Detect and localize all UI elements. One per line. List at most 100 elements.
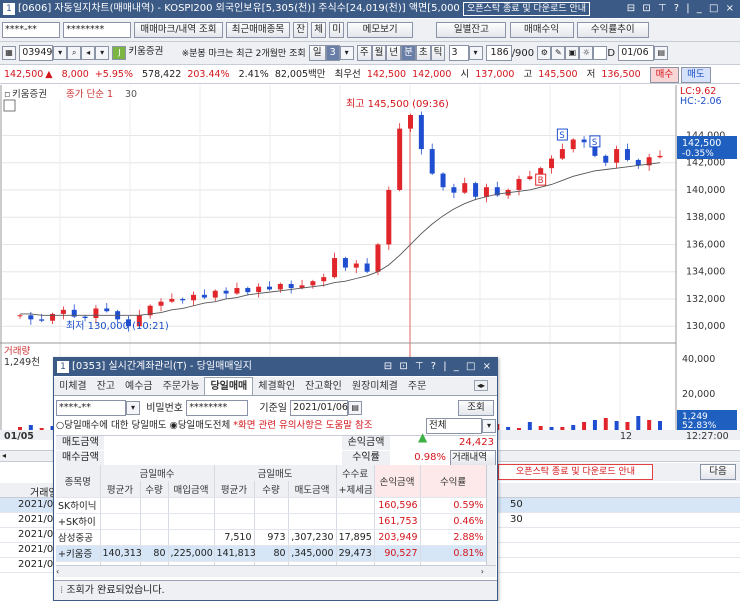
cell-bqty xyxy=(140,497,169,514)
row-value: 50 xyxy=(510,499,523,510)
calendar-icon[interactable]: ▤ xyxy=(654,46,669,60)
col-buy-avg: 평균가 xyxy=(100,481,141,498)
gear-icon[interactable]: ☼ xyxy=(579,46,594,60)
dropdown-icon[interactable]: ▾ xyxy=(53,46,68,60)
grid-icon[interactable]: ▦ xyxy=(2,46,16,60)
tick-num-input[interactable]: 3 xyxy=(448,45,469,61)
trade-profit-button[interactable]: 매매수익 xyxy=(509,22,574,38)
executed-button[interactable]: 체 xyxy=(311,22,327,38)
toolbar-account: ****-** ******** 매매마크/내역 조회 최근매매종목 잔 체 미… xyxy=(0,19,740,42)
notice-link[interactable]: 오픈스탁 종료 및 다운로드 안내 xyxy=(462,2,591,16)
next-button[interactable]: 다음 xyxy=(700,464,736,480)
table-row[interactable]: +SK하이 161,753 0.46% xyxy=(56,513,486,530)
volume-value: 1,249천 xyxy=(4,357,40,368)
candle-body xyxy=(570,139,576,150)
hc-label: HC:-2.06 xyxy=(680,96,722,107)
chevron-down-icon[interactable]: ▾ xyxy=(339,46,354,60)
daily-balance-button[interactable]: 일별잔고 xyxy=(436,22,507,38)
date-checkbox[interactable] xyxy=(593,46,608,60)
cell-rate: 0.46% xyxy=(420,513,486,530)
tab-6[interactable]: 잔고확인 xyxy=(300,378,347,395)
chevron-down-icon[interactable]: ▾ xyxy=(126,401,140,415)
popup-title: [0353] 실시간계좌관리(T) - 당일매매일지 xyxy=(72,361,252,372)
high-price: 145,500 xyxy=(538,69,578,80)
table-row[interactable]: SK하이닉 160,596 0.59% xyxy=(56,497,486,514)
tab-4[interactable]: 당일매매 xyxy=(204,377,254,395)
candle-body xyxy=(440,173,446,188)
sound-icon[interactable]: ◂ xyxy=(81,46,96,60)
tab-1[interactable]: 잔고 xyxy=(92,378,120,395)
chevron-down-icon[interactable]: ▾ xyxy=(95,46,110,60)
memo-button[interactable]: 메모보기 xyxy=(347,22,414,38)
unexecuted-button[interactable]: 미 xyxy=(329,22,344,38)
legend-ma-n: 30 xyxy=(125,89,137,100)
chevron-down-icon[interactable]: ▾ xyxy=(482,419,496,433)
tab-8[interactable]: 주문 xyxy=(403,378,431,395)
candle-body xyxy=(473,183,479,197)
scroll-right-icon[interactable]: › xyxy=(481,566,484,577)
tab-3[interactable]: 주문가능 xyxy=(158,378,205,395)
password-field[interactable]: ******** xyxy=(63,22,132,38)
window-title: [0606] 자동일지차트(매매내역) - KOSPI200 외국인보유[5,3… xyxy=(18,3,460,14)
trade-mark-query-button[interactable]: 매매마크/내역 조회 xyxy=(134,22,223,38)
vol-axis-20: 20,000 xyxy=(682,389,715,400)
table-row[interactable]: 삼성중공 7,510 973,307,230 17,895 203,949 2.88% xyxy=(56,529,486,546)
tab-7[interactable]: 원장미체결 xyxy=(347,378,403,395)
popup-account-select[interactable]: ****-** xyxy=(56,400,126,416)
candle-body xyxy=(375,244,381,272)
legend-stock-name: 키움증권 xyxy=(12,88,47,100)
legend-box-icon xyxy=(3,99,16,112)
cell-sqty: 973 xyxy=(254,529,289,546)
settings-icon[interactable]: ⚙ xyxy=(537,46,552,60)
period-minute-button[interactable]: 분 xyxy=(401,45,416,61)
popup-vertical-scrollbar[interactable] xyxy=(486,465,496,565)
tab-2[interactable]: 예수금 xyxy=(120,378,158,395)
table-row[interactable]: +키움증 140,313 80,225,000 141,813 80,345,000 29… xyxy=(56,545,486,562)
sell-button[interactable]: 매도 xyxy=(681,66,711,83)
radio-selected-icon[interactable]: ◉ xyxy=(170,420,178,431)
period-day-button[interactable]: 일 xyxy=(308,45,326,61)
period-num-input[interactable]: 3 xyxy=(325,45,340,61)
current-price: 142,500 xyxy=(4,69,44,80)
popup-search-button[interactable]: 조회 xyxy=(458,400,494,416)
count-total: /900 xyxy=(511,48,535,59)
calendar-icon[interactable]: ▤ xyxy=(348,401,363,415)
period-year-button[interactable]: 년 xyxy=(386,45,402,61)
filter-select[interactable]: 전체 xyxy=(426,418,482,434)
option-sell-all[interactable]: 당일매도전체 xyxy=(178,420,230,431)
profit-trend-button[interactable]: 수익률추이 xyxy=(576,22,649,38)
trade-history-button[interactable]: 거래내역 xyxy=(450,450,496,466)
period-month-button[interactable]: 월 xyxy=(371,45,387,61)
period-week-button[interactable]: 주 xyxy=(356,45,372,61)
search-icon[interactable]: ⌕ xyxy=(67,46,82,60)
save-icon[interactable]: ▣ xyxy=(565,46,580,60)
option-buy-sell[interactable]: 당일매수에 대한 당일매도 xyxy=(64,420,166,431)
tab-0[interactable]: 미체결 xyxy=(54,378,92,395)
col-name: 종목명 xyxy=(56,465,101,498)
tab-5[interactable]: 체결확인 xyxy=(253,378,300,395)
scroll-left-icon[interactable]: ‹ xyxy=(56,567,59,576)
buy-button[interactable]: 매수 xyxy=(649,66,680,83)
recent-trades-button[interactable]: 최근매매종목 xyxy=(225,22,291,38)
tab-scroll-icon[interactable]: ◂▸ xyxy=(474,380,489,391)
popup-controls[interactable]: ⊟ ⊡ ⊤ ? | _ □ × xyxy=(384,358,493,376)
low-annotation: 최저 130,000 (10:21) xyxy=(66,320,169,332)
stock-code-input[interactable]: 039490 xyxy=(19,45,58,61)
period-tick-button[interactable]: 틱 xyxy=(430,45,446,61)
period-second-button[interactable]: 초 xyxy=(415,45,431,61)
candle-body xyxy=(82,316,88,319)
popup-password-field[interactable]: ******** xyxy=(186,400,249,416)
date-input[interactable]: 01/06 xyxy=(618,45,655,61)
window-controls[interactable]: ⊟ ⊡ ⊤ ? | _ □ × xyxy=(627,0,736,18)
chevron-down-icon[interactable]: ▾ xyxy=(468,46,483,60)
count-input[interactable]: 186 xyxy=(485,45,512,61)
pencil-icon[interactable]: ✎ xyxy=(551,46,566,60)
popup-horizontal-scrollbar[interactable]: ‹ › xyxy=(56,565,496,577)
sell-amount-label: 매도금액 xyxy=(56,436,104,450)
cell-pl: 203,949 xyxy=(374,529,421,546)
balance-button[interactable]: 잔 xyxy=(293,22,309,38)
bottom-notice[interactable]: 오픈스탁 종료 및 다운로드 안내 xyxy=(498,464,653,480)
popup-date-input[interactable]: 2021/01/06 xyxy=(290,400,349,416)
scroll-left-icon[interactable]: ◂ xyxy=(2,451,6,460)
account-select[interactable]: ****-** xyxy=(2,22,60,38)
